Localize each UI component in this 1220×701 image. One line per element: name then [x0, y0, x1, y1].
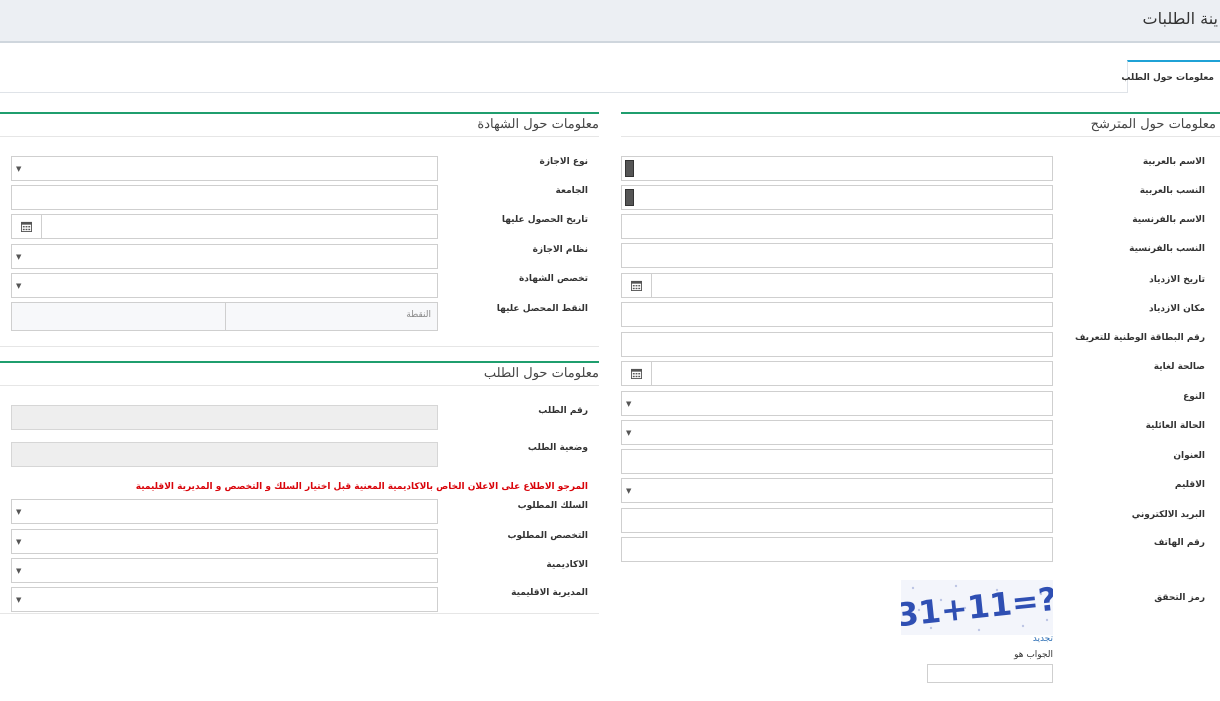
top-bar [0, 0, 1220, 43]
calendar-icon[interactable] [622, 273, 652, 298]
gender-select[interactable]: ▼ [621, 391, 1053, 416]
dropdown-arrow-icon: ▼ [16, 165, 22, 173]
dropdown-arrow-icon: ▼ [16, 596, 22, 604]
certificate-section-title: معلومات حول الشهادة [477, 117, 599, 132]
calendar-icon[interactable] [622, 361, 652, 386]
degree-type-label: نوع الاجازة [539, 157, 588, 167]
notice-text: المرجو الاطلاع على الاعلان الخاص بالاكاد… [135, 482, 588, 492]
degree-system-label: نظام الاجازة [532, 245, 588, 255]
name-fr-input[interactable] [621, 214, 1053, 239]
gender-label: النوع [1183, 392, 1205, 402]
obtained-date-label: تاريخ الحصول عليها [501, 215, 588, 225]
degree-type-select[interactable]: ▼ [11, 156, 438, 181]
directorate-select[interactable]: ▼ [11, 587, 438, 612]
request-number-input [11, 405, 438, 430]
specialty-label: تخصص الشهادة [518, 274, 588, 284]
name-fr-label: الاسم بالفرنسية [1132, 215, 1205, 225]
dropdown-arrow-icon: ▼ [626, 487, 632, 495]
obtained-date-input[interactable] [11, 214, 438, 239]
surname-ar-label: النسب بالعربية [1139, 186, 1205, 196]
request-section-title: معلومات حول الطلب [483, 366, 599, 381]
marital-label: الحالة العائلية [1145, 421, 1205, 431]
birth-date-label: تاريخ الازدياد [1149, 275, 1205, 285]
phone-label: رقم الهاتف [1153, 538, 1205, 548]
address-input[interactable] [621, 449, 1053, 474]
academy-label: الاكاديمية [546, 560, 588, 570]
specialty-select[interactable]: ▼ [11, 273, 438, 298]
academy-select[interactable]: ▼ [11, 558, 438, 583]
request-section-rule [0, 361, 599, 363]
university-input[interactable] [11, 185, 438, 210]
requested-specialty-select[interactable]: ▼ [11, 529, 438, 554]
grade-input-divider [225, 303, 226, 330]
request-status-input [11, 442, 438, 467]
degree-system-select[interactable]: ▼ [11, 244, 438, 269]
request-number-label: رقم الطلب [538, 406, 588, 416]
birth-date-input[interactable] [621, 273, 1053, 298]
valid-until-label: صالحة لغاية [1153, 362, 1205, 372]
certificate-section-rule [0, 112, 599, 114]
captcha-image: 31+11=? [901, 580, 1053, 635]
university-label: الجامعة [555, 186, 588, 196]
region-select[interactable]: ▼ [621, 478, 1053, 503]
dropdown-arrow-icon: ▼ [16, 253, 22, 261]
cin-label: رقم البطاقة الوطنية للتعريف [1074, 333, 1205, 343]
candidate-section-rule [621, 112, 1220, 114]
request-bottom-divider [0, 613, 599, 614]
corps-label: السلك المطلوب [517, 501, 588, 511]
email-label: البريد الالكتروني [1131, 510, 1205, 520]
keyboard-icon[interactable] [625, 189, 634, 206]
dropdown-arrow-icon: ▼ [16, 282, 22, 290]
calendar-icon[interactable] [12, 214, 42, 239]
captcha-answer-input[interactable] [927, 664, 1053, 683]
dropdown-arrow-icon: ▼ [626, 400, 632, 408]
tab-bar-line [0, 92, 1220, 93]
name-ar-input[interactable] [621, 156, 1053, 181]
birth-place-label: مكان الازدياد [1149, 304, 1205, 314]
captcha-label: رمز التحقق [1154, 593, 1205, 603]
directorate-label: المديرية الاقليمية [511, 588, 588, 598]
grade-placeholder: النقطة [406, 310, 431, 320]
dropdown-arrow-icon: ▼ [16, 508, 22, 516]
email-input[interactable] [621, 508, 1053, 533]
valid-until-input[interactable] [621, 361, 1053, 386]
candidate-header-divider [621, 136, 1220, 137]
request-status-label: وضعية الطلب [527, 443, 588, 453]
keyboard-icon[interactable] [625, 160, 634, 177]
marital-select[interactable]: ▼ [621, 420, 1053, 445]
requested-specialty-label: التخصص المطلوب [507, 531, 588, 541]
captcha-refresh-link[interactable]: تجديد [1033, 634, 1053, 644]
candidate-section-title: معلومات حول المترشح [1090, 117, 1216, 132]
birth-place-input[interactable] [621, 302, 1053, 327]
dropdown-arrow-icon: ▼ [16, 567, 22, 575]
surname-fr-input[interactable] [621, 243, 1053, 268]
phone-input[interactable] [621, 537, 1053, 562]
surname-ar-input[interactable] [621, 185, 1053, 210]
certificate-bottom-divider [0, 346, 599, 347]
grade-input-group[interactable]: النقطة [11, 302, 438, 331]
corps-select[interactable]: ▼ [11, 499, 438, 524]
page-title: ينة الطلبات [1142, 9, 1218, 28]
address-label: العنوان [1173, 451, 1205, 461]
dropdown-arrow-icon: ▼ [16, 538, 22, 546]
tab-request-info-label: معلومات حول الطلب [1121, 73, 1214, 83]
dropdown-arrow-icon: ▼ [626, 429, 632, 437]
certificate-header-divider [0, 136, 599, 137]
cin-input[interactable] [621, 332, 1053, 357]
region-label: الاقليم [1174, 480, 1205, 490]
surname-fr-label: النسب بالفرنسية [1129, 244, 1205, 254]
grade-label: النقط المحصل عليها [496, 304, 588, 314]
name-ar-label: الاسم بالعربية [1142, 157, 1205, 167]
request-header-divider [0, 385, 599, 386]
captcha-answer-label: الجواب هو [1014, 650, 1053, 660]
